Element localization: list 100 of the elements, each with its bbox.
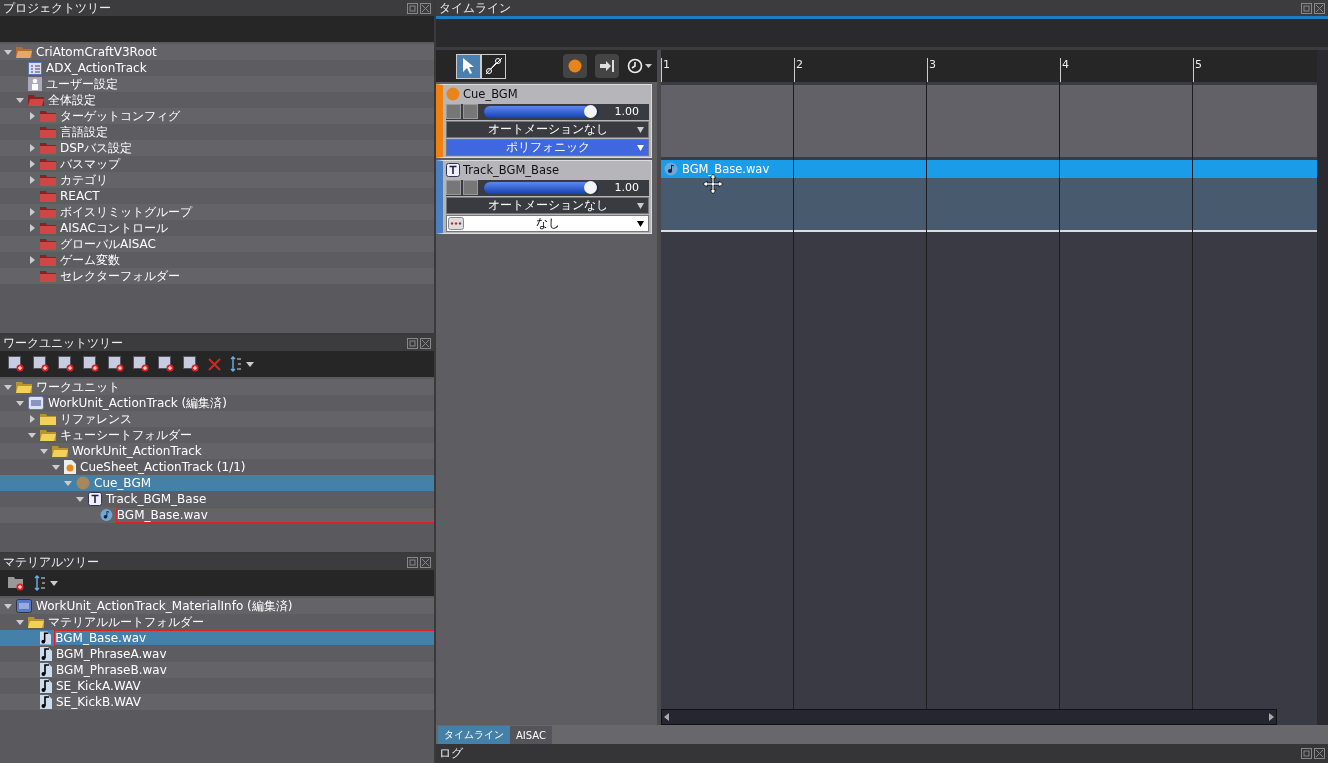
add-item-icon[interactable] [58,356,74,372]
collapse-arrow-icon[interactable] [4,602,12,610]
collapse-arrow-icon[interactable] [16,96,24,104]
panel-buttons-icon[interactable] [407,2,431,14]
tree-label: BGM_PhraseB.wav [56,663,167,677]
cuesheet-icon [64,460,76,474]
mode-dropdown[interactable]: なし [446,215,649,232]
expand-arrow-icon[interactable] [28,224,36,232]
track-header[interactable]: Cue_BGM 1.00 オートメーションなし ポリフォニック [436,84,652,158]
volume-reading: 1.00 [613,105,640,119]
add-folder-icon[interactable] [8,575,25,591]
tree-row[interactable]: ユーザー設定 [0,76,434,92]
panel-tab[interactable]: タイムライン [438,726,510,744]
record-button[interactable] [563,54,587,78]
tree-row[interactable]: BGM_Base.wav [0,507,434,523]
tree-row[interactable]: CriAtomCraftV3Root [0,44,434,60]
panel-tab[interactable]: AISAC [510,726,552,744]
panel-buttons-icon[interactable] [407,556,431,568]
tree-row[interactable]: BGM_PhraseB.wav [0,662,434,678]
tree-row[interactable]: Cue_BGM [0,475,434,491]
tree-row[interactable]: リファレンス [0,411,434,427]
collapse-arrow-icon[interactable] [4,383,12,391]
audio-clip[interactable]: BGM_Base.wav [661,160,1317,178]
tree-label: Cue_BGM [94,476,152,490]
collapse-arrow-icon[interactable] [16,618,24,626]
track-header[interactable]: Track_BGM_Base 1.00 オートメーションなし なし [436,160,652,234]
jump-to-end-button[interactable] [595,54,619,78]
expand-arrow-icon[interactable] [28,112,36,120]
expand-arrow-icon[interactable] [28,208,36,216]
tree-label: SE_KickB.WAV [56,695,141,709]
horizontal-scrollbar[interactable] [661,709,1277,725]
automation-dropdown[interactable]: オートメーションなし [446,121,649,138]
add-item-icon[interactable] [133,356,149,372]
sort-icon[interactable] [230,356,256,372]
collapse-arrow-icon[interactable] [76,495,84,503]
tree-label: SE_KickA.WAV [56,679,141,693]
tree-row[interactable]: ターゲットコンフィグ [0,108,434,124]
panel-buttons-icon[interactable] [407,337,431,349]
volume-slider[interactable] [484,181,599,194]
add-item-icon[interactable] [158,356,174,372]
mute-button[interactable] [463,180,478,196]
collapse-arrow-icon[interactable] [4,48,12,56]
collapse-arrow-icon[interactable] [40,447,48,455]
mute-button[interactable] [463,104,478,120]
add-item-icon[interactable] [108,356,124,372]
folder-icon [40,158,56,170]
tree-row[interactable]: ボイスリミットグループ [0,204,434,220]
tree-row[interactable]: WorkUnit_ActionTrack [0,443,434,459]
vertical-scrollbar[interactable] [1317,50,1328,725]
automation-dropdown[interactable]: オートメーションなし [446,197,649,214]
ruler-label: 3 [927,58,936,82]
collapse-arrow-icon[interactable] [64,479,72,487]
tree-row[interactable]: DSPバス設定 [0,140,434,156]
delete-icon[interactable] [208,357,221,371]
overview-bar[interactable] [436,16,1328,47]
tree-row[interactable]: SE_KickB.WAV [0,694,434,710]
pointer-tool-button[interactable] [456,53,481,79]
wave-file-icon [664,162,678,176]
collapse-arrow-icon[interactable] [16,399,24,407]
tree-label: DSPバス設定 [60,139,133,157]
add-item-icon[interactable] [8,356,24,372]
collapse-arrow-icon[interactable] [28,431,36,439]
mode-dropdown[interactable]: ポリフォニック [446,139,649,156]
expand-arrow-icon[interactable] [28,256,36,264]
expand-arrow-icon[interactable] [28,160,36,168]
scissors-tool-button[interactable] [481,53,506,79]
clock-dropdown-icon[interactable] [627,58,653,74]
sort-icon[interactable] [34,575,60,591]
wave-file-icon [100,508,113,522]
panel-buttons-icon[interactable] [1301,748,1325,759]
scroll-left-icon[interactable] [662,712,672,722]
tree-row[interactable]: WorkUnit_ActionTrack_MaterialInfo (編集済) [0,598,434,614]
tree-row[interactable]: セレクターフォルダー [0,268,434,284]
envelope-button[interactable] [446,104,461,120]
tree-row[interactable]: カテゴリ [0,172,434,188]
track-icon [446,163,460,178]
ruler-label: 4 [1060,58,1069,82]
expand-arrow-icon[interactable] [28,415,36,423]
tree-row[interactable]: グローバルAISAC [0,236,434,252]
add-item-icon[interactable] [83,356,99,372]
music-note-icon [40,647,52,661]
track-lane[interactable] [661,85,1317,157]
folder-icon [40,413,56,425]
caret-icon[interactable] [637,127,644,133]
caret-icon[interactable] [637,221,644,227]
envelope-button[interactable] [446,180,461,196]
caret-icon[interactable] [637,203,644,209]
tree-label: AISACコントロール [60,219,168,237]
scroll-right-icon[interactable] [1266,712,1276,722]
add-item-icon[interactable] [183,356,199,372]
volume-slider[interactable] [484,105,599,118]
expand-arrow-icon[interactable] [28,144,36,152]
tree-row[interactable]: ワークユニット [0,379,434,395]
panel-buttons-icon[interactable] [1301,2,1325,14]
add-item-icon[interactable] [33,356,49,372]
track-lane[interactable]: BGM_Base.wav [661,160,1317,232]
user-icon [28,77,42,91]
expand-arrow-icon[interactable] [28,176,36,184]
tree-row[interactable]: BGM_Base.wav [0,630,434,646]
collapse-arrow-icon[interactable] [52,463,60,471]
